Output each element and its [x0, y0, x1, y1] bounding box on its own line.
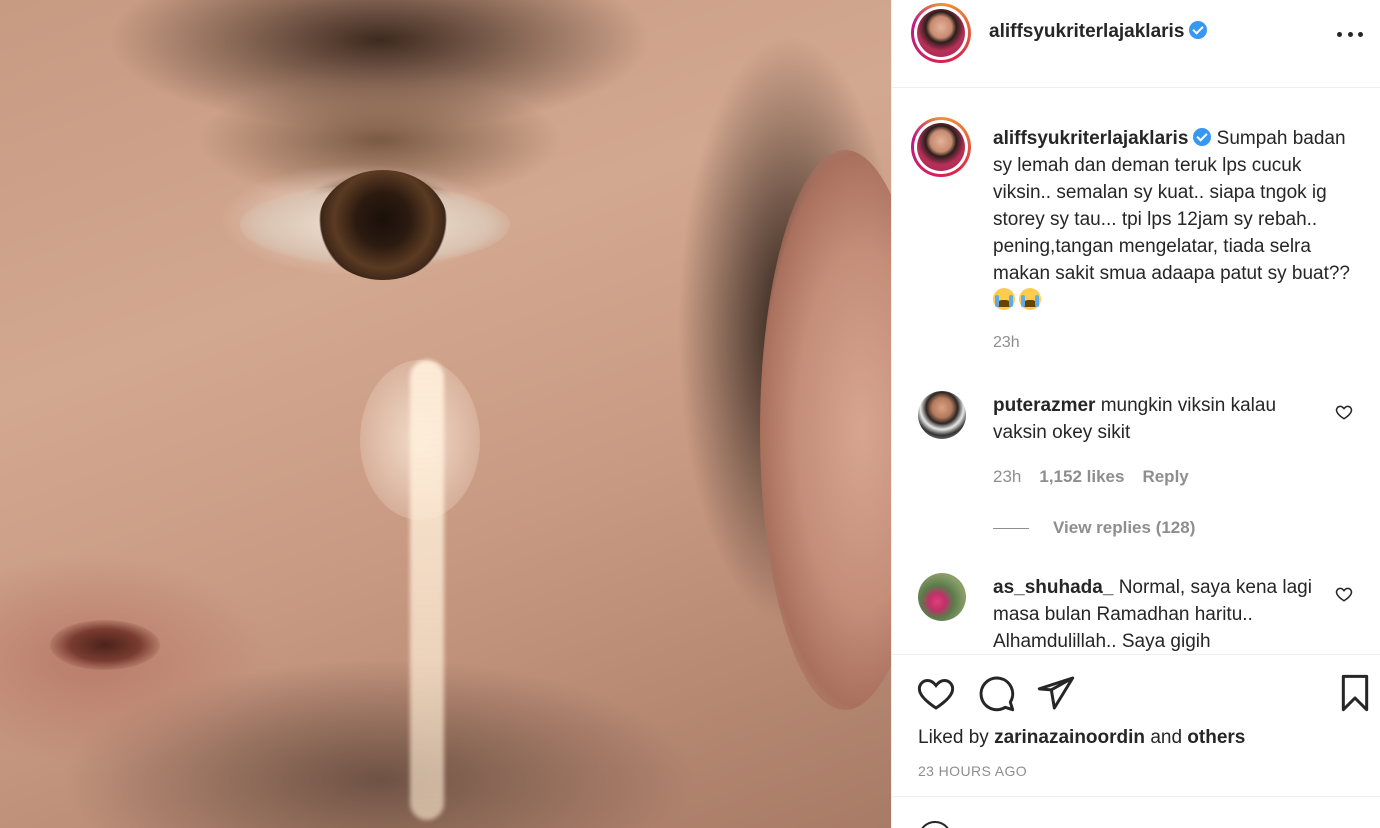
photo-ear: [760, 150, 891, 710]
view-replies-button[interactable]: View replies (128): [993, 518, 1195, 538]
comment-username[interactable]: as_shuhada_: [993, 577, 1113, 598]
liked-by: Liked by zarinazainoordin and others: [918, 727, 1246, 748]
photo-tear: [410, 360, 444, 820]
comment-likes-count[interactable]: 1,152 likes: [1039, 467, 1124, 487]
comment-meta: 23h 1,152 likes Reply: [993, 467, 1189, 487]
verified-badge-icon: [1189, 21, 1208, 39]
share-icon[interactable]: [1036, 673, 1076, 713]
caption-username[interactable]: aliffsyukriterlajaklaris: [993, 128, 1188, 149]
comment-like-heart-icon[interactable]: [1335, 585, 1353, 603]
post-header: aliffsyukriterlajaklaris: [892, 0, 1380, 88]
comment-icon[interactable]: [976, 673, 1016, 713]
photo-iris: [318, 170, 448, 280]
bookmark-icon[interactable]: [1335, 673, 1375, 713]
view-replies-line: [993, 527, 1029, 529]
more-options-icon[interactable]: [1337, 30, 1363, 38]
loudly-crying-face-emoji-icon: [993, 288, 1015, 310]
post-actions: Liked by zarinazainoordin and others 23 …: [892, 654, 1380, 796]
caption-text: Sumpah badan sy lemah dan deman teruk lp…: [993, 128, 1351, 284]
add-comment-bar[interactable]: [892, 796, 1380, 828]
verified-badge-icon: [1193, 128, 1212, 146]
post-timestamp[interactable]: 23 HOURS AGO: [918, 763, 1027, 779]
caption-avatar[interactable]: [911, 117, 971, 177]
liked-by-others[interactable]: others: [1187, 727, 1245, 748]
heart-icon[interactable]: [916, 673, 956, 713]
caption-timestamp[interactable]: 23h: [993, 334, 1020, 352]
comment-reply-button[interactable]: Reply: [1142, 467, 1188, 487]
comments-scroll-area[interactable]: aliffsyukriterlajaklaris Sumpah badan sy…: [892, 89, 1380, 654]
comment-timestamp[interactable]: 23h: [993, 467, 1021, 487]
photo-nostril: [50, 620, 160, 670]
author-username[interactable]: aliffsyukriterlajaklaris: [989, 21, 1208, 43]
comment-avatar[interactable]: [918, 391, 966, 439]
post-side-panel: aliffsyukriterlajaklaris aliffsyukriterl…: [891, 0, 1380, 828]
comment-text-block: as_shuhada_ Normal, saya kena lagi masa …: [993, 574, 1313, 654]
comment-text-block: puterazmer mungkin viksin kalau vaksin o…: [993, 392, 1313, 446]
emoji-icon[interactable]: [918, 821, 952, 828]
view-replies-label[interactable]: View replies (128): [1053, 518, 1195, 538]
caption-text-block: aliffsyukriterlajaklaris Sumpah badan sy…: [993, 125, 1353, 314]
author-avatar[interactable]: [911, 3, 971, 63]
loudly-crying-face-emoji-icon: [1019, 288, 1041, 310]
comment-like-heart-icon[interactable]: [1335, 403, 1353, 421]
comment-username[interactable]: puterazmer: [993, 395, 1095, 416]
post-photo[interactable]: [0, 0, 891, 828]
liked-by-user[interactable]: zarinazainoordin: [994, 727, 1145, 748]
comment-avatar[interactable]: [918, 573, 966, 621]
